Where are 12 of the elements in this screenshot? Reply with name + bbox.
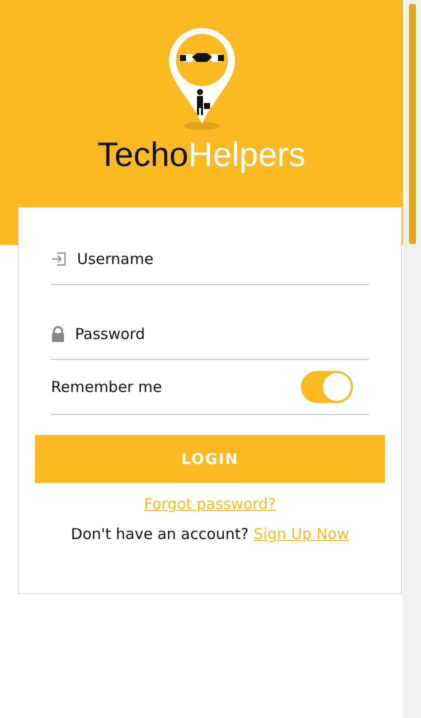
forgot-password-link[interactable]: Forgot password? — [144, 495, 276, 513]
sign-up-link[interactable]: Sign Up Now — [254, 525, 350, 543]
username-field[interactable]: Username — [75, 249, 369, 269]
sign-in-icon — [51, 251, 67, 267]
password-field[interactable]: Password — [73, 324, 369, 344]
remember-me-toggle[interactable] — [301, 371, 353, 403]
remember-me-label: Remember me — [51, 378, 162, 396]
lock-icon — [51, 326, 65, 342]
scrollbar[interactable] — [403, 0, 421, 718]
signup-prompt: Don't have an account? — [70, 525, 249, 543]
login-button[interactable]: LOGIN — [35, 435, 385, 483]
app-logo-title: TechoHelpers — [98, 136, 306, 175]
